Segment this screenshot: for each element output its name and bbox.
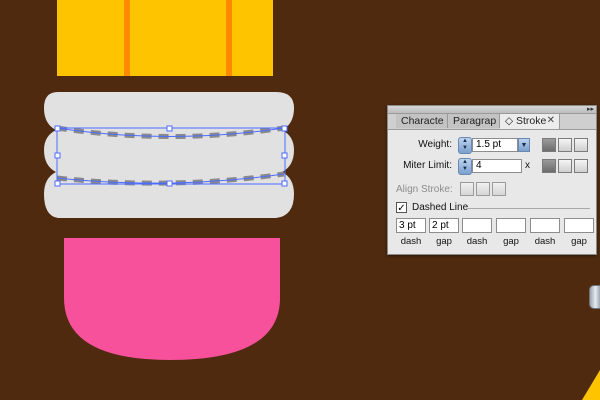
cap-square-icon[interactable] bbox=[574, 138, 588, 152]
handle-mr[interactable] bbox=[281, 152, 288, 159]
handle-ml[interactable] bbox=[54, 152, 61, 159]
miter-input[interactable] bbox=[472, 159, 522, 173]
join-miter-icon[interactable] bbox=[542, 159, 556, 173]
gap-1-input[interactable] bbox=[429, 218, 459, 233]
dash-2-caption: dash bbox=[466, 236, 488, 247]
handle-br[interactable] bbox=[281, 180, 288, 187]
stroke-panel: ▸▸ Characte Paragrap ◇ Stroke ✕ Weight: … bbox=[387, 105, 597, 255]
tab-paragraph[interactable]: Paragrap bbox=[448, 114, 500, 128]
align-outside-icon[interactable] bbox=[492, 182, 506, 196]
miter-stepper[interactable]: ▲ ▼ bbox=[458, 158, 472, 175]
dash-1-input[interactable] bbox=[396, 218, 426, 233]
pencil-stripe-left bbox=[124, 0, 130, 76]
tab-close-icon[interactable]: ✕ bbox=[547, 114, 555, 128]
panel-tabs: Characte Paragrap ◇ Stroke ✕ bbox=[388, 114, 596, 130]
handle-tr[interactable] bbox=[281, 125, 288, 132]
tab-prefix-icon: ◇ bbox=[505, 115, 514, 127]
align-inside-icon[interactable] bbox=[476, 182, 490, 196]
cap-round-icon[interactable] bbox=[558, 138, 572, 152]
weight-input[interactable] bbox=[472, 138, 518, 152]
tab-label: Paragrap bbox=[453, 115, 497, 127]
pencil-body bbox=[57, 0, 273, 76]
handle-bm[interactable] bbox=[166, 180, 173, 187]
weight-stepper[interactable]: ▲ ▼ bbox=[458, 137, 472, 154]
panel-menu-icon[interactable]: ▸▸ bbox=[587, 106, 594, 113]
eraser[interactable] bbox=[64, 238, 280, 360]
miter-label: Miter Limit: bbox=[403, 160, 452, 171]
weight-label: Weight: bbox=[418, 139, 452, 150]
panel-title-bar[interactable]: ▸▸ bbox=[388, 106, 596, 114]
tab-character[interactable]: Characte bbox=[396, 114, 448, 128]
align-stroke-label: Align Stroke: bbox=[396, 184, 453, 195]
join-round-icon[interactable] bbox=[558, 159, 572, 173]
chevron-down-icon[interactable]: ▼ bbox=[518, 138, 530, 152]
corner-shape bbox=[582, 370, 600, 400]
gap-2-input[interactable] bbox=[496, 218, 526, 233]
dashed-line-checkbox[interactable]: ✓ bbox=[396, 202, 407, 214]
gap-2-caption: gap bbox=[503, 236, 519, 247]
dashed-line-label: Dashed Line bbox=[412, 202, 469, 213]
miter-unit: x bbox=[525, 160, 530, 171]
divider bbox=[468, 208, 590, 209]
tab-label: Stroke bbox=[516, 115, 547, 127]
gap-3-input[interactable] bbox=[564, 218, 594, 233]
gap-1-caption: gap bbox=[436, 236, 452, 247]
gap-3-caption: gap bbox=[571, 236, 587, 247]
handle-tm[interactable] bbox=[166, 125, 173, 132]
panel-dock-handle[interactable] bbox=[589, 285, 600, 309]
dash-3-caption: dash bbox=[534, 236, 556, 247]
join-bevel-icon[interactable] bbox=[574, 159, 588, 173]
dash-1-caption: dash bbox=[400, 236, 422, 247]
tab-label: Characte bbox=[401, 115, 444, 127]
cap-butt-icon[interactable] bbox=[542, 138, 556, 152]
dash-3-input[interactable] bbox=[530, 218, 560, 233]
handle-bl[interactable] bbox=[54, 180, 61, 187]
tab-stroke[interactable]: ◇ Stroke ✕ bbox=[500, 114, 560, 129]
pencil-stripe-right bbox=[226, 0, 232, 76]
dash-2-input[interactable] bbox=[462, 218, 492, 233]
align-center-icon[interactable] bbox=[460, 182, 474, 196]
handle-tl[interactable] bbox=[54, 125, 61, 132]
ferrule[interactable] bbox=[44, 92, 294, 218]
